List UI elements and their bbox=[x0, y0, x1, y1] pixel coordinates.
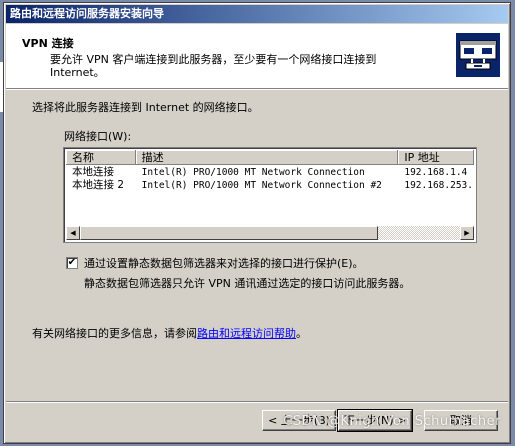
help-link[interactable]: 路由和远程访问帮助 bbox=[197, 327, 296, 340]
horizontal-scrollbar[interactable]: ◀ ▶ bbox=[66, 226, 474, 240]
cell-ip: 192.168.253. bbox=[404, 180, 473, 191]
cell-name: 本地连接 bbox=[72, 166, 114, 178]
scroll-track[interactable] bbox=[80, 226, 460, 240]
column-header-name[interactable]: 名称 bbox=[66, 150, 136, 165]
static-filter-description: 静态数据包筛选器只允许 VPN 通讯通过选定的接口访问此服务器。 bbox=[84, 277, 411, 290]
scroll-left-icon[interactable]: ◀ bbox=[66, 226, 80, 240]
more-info-prefix: 有关网络接口的更多信息，请参阅 bbox=[32, 327, 197, 340]
window-title: 路由和远程访问服务器安装向导 bbox=[10, 7, 164, 20]
network-interface-list[interactable]: 名称 描述 IP 地址 本地连接 Intel(R) PRO/1000 MT Ne… bbox=[63, 147, 477, 243]
static-filter-label[interactable]: 通过设置静态数据包筛选器来对选择的接口进行保护(E)。 bbox=[84, 255, 364, 271]
cell-name: 本地连接 2 bbox=[72, 179, 125, 191]
wizard-dialog: 路由和远程访问服务器安装向导 VPN 连接 要允许 VPN 客户端连接到此服务器… bbox=[3, 2, 511, 444]
network-interface-label: 网络接口(W): bbox=[64, 130, 132, 143]
back-button[interactable]: < 上一步(B) bbox=[262, 410, 336, 431]
header-description: 要允许 VPN 客户端连接到此服务器，至少要有一个网络接口连接到 Interne… bbox=[50, 53, 377, 79]
list-item[interactable]: 本地连接 Intel(R) PRO/1000 MT Network Connec… bbox=[66, 166, 474, 179]
wizard-header: VPN 连接 要允许 VPN 客户端连接到此服务器，至少要有一个网络接口连接到 … bbox=[6, 24, 508, 89]
column-header-description[interactable]: 描述 bbox=[135, 150, 399, 165]
scroll-thumb[interactable] bbox=[80, 226, 378, 240]
cell-ip: 192.168.1.4 bbox=[404, 167, 468, 178]
list-item[interactable]: 本地连接 2 Intel(R) PRO/1000 MT Network Conn… bbox=[66, 179, 474, 192]
scroll-right-icon[interactable]: ▶ bbox=[460, 226, 474, 240]
static-filter-option[interactable]: ✔ 通过设置静态数据包筛选器来对选择的接口进行保护(E)。 bbox=[66, 255, 364, 271]
static-filter-checkbox[interactable]: ✔ bbox=[66, 257, 78, 269]
header-title: VPN 连接 bbox=[22, 37, 74, 50]
title-bar[interactable]: 路由和远程访问服务器安装向导 bbox=[6, 5, 508, 23]
cell-description: Intel(R) PRO/1000 MT Network Connection bbox=[141, 167, 365, 178]
more-info-text: 有关网络接口的更多信息，请参阅路由和远程访问帮助。 bbox=[32, 325, 307, 341]
list-header: 名称 描述 IP 地址 bbox=[66, 150, 474, 165]
next-button[interactable]: 下一步(N) > bbox=[337, 409, 413, 432]
footer-divider bbox=[6, 401, 508, 403]
cell-description: Intel(R) PRO/1000 MT Network Connection … bbox=[141, 180, 382, 191]
interface-prompt: 选择将此服务器连接到 Internet 的网络接口。 bbox=[32, 101, 259, 114]
cancel-button[interactable]: 取消 bbox=[424, 410, 498, 431]
more-info-suffix: 。 bbox=[296, 327, 307, 340]
list-rows: 本地连接 Intel(R) PRO/1000 MT Network Connec… bbox=[66, 166, 474, 192]
column-header-ip[interactable]: IP 地址 bbox=[398, 150, 474, 165]
vpn-server-icon bbox=[456, 33, 500, 77]
